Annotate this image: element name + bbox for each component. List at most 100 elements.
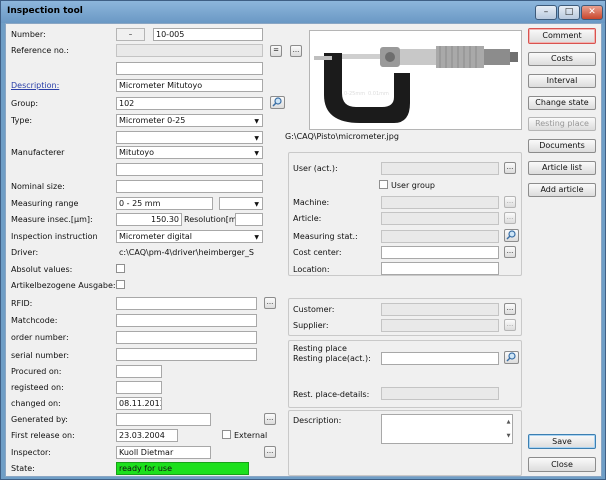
close-window-button[interactable]: ✕ [581, 5, 603, 20]
minimize-button[interactable]: – [535, 5, 557, 20]
user-group-label: User group [391, 181, 436, 190]
registered-on-field[interactable] [116, 381, 162, 394]
serial-number-field[interactable] [116, 348, 257, 361]
reference-label: Reference no.: [11, 46, 69, 55]
group-search-button[interactable] [270, 96, 285, 109]
measuring-stat-label: Measuring stat.: [293, 232, 358, 241]
cost-center-field[interactable] [381, 246, 499, 259]
cost-center-browse-button[interactable]: ... [504, 246, 516, 258]
artikel-ausgabe-checkbox[interactable] [116, 280, 125, 289]
number-field[interactable]: 10-005 [153, 28, 263, 41]
equals-button[interactable]: = [270, 45, 282, 57]
order-number-field[interactable] [116, 331, 257, 344]
description-label[interactable]: Description: [11, 81, 59, 90]
description-memo-field[interactable] [381, 414, 513, 444]
image-caption-range: 0-25mm [344, 91, 365, 97]
cost-center-label: Cost center: [293, 248, 342, 257]
ellipsis-glyph: ... [266, 447, 274, 455]
add-article-button[interactable]: Add article [528, 183, 596, 197]
change-state-button[interactable]: Change state [528, 96, 596, 110]
micrometer-illustration: 0-25mm 0.01mm Mitutoyo [310, 31, 521, 129]
external-checkbox[interactable] [222, 430, 231, 439]
measuring-stat-search-button[interactable] [504, 229, 519, 242]
first-release-field[interactable]: 23.03.2004 [116, 429, 178, 442]
generated-by-field[interactable] [116, 413, 211, 426]
user-act-browse-button[interactable]: ... [504, 162, 516, 174]
group-field[interactable]: 102 [116, 97, 263, 110]
customer-browse-button[interactable]: ... [504, 303, 516, 315]
changed-on-field[interactable]: 08.11.2013 [116, 397, 162, 410]
ellipsis-glyph: ... [506, 213, 514, 221]
absolut-values-checkbox[interactable] [116, 264, 125, 273]
type-select[interactable]: Micrometer 0-25 [116, 114, 263, 127]
article-browse-button[interactable]: ... [504, 212, 516, 224]
manufacturer-select[interactable]: Mitutoyo [116, 146, 263, 159]
maximize-icon: □ [564, 7, 574, 17]
article-field[interactable] [381, 212, 499, 225]
search-icon [272, 97, 282, 107]
resting-place-act-label: Resting place(act.): [293, 354, 371, 363]
number-label: Number: [11, 30, 46, 39]
number-prefix-spinner[interactable]: – [116, 28, 145, 41]
changed-on-label: changed on: [11, 399, 61, 408]
resting-place-field[interactable] [381, 352, 499, 365]
machine-browse-button[interactable]: ... [504, 196, 516, 208]
location-field[interactable] [381, 262, 499, 275]
rfid-browse-button[interactable]: ... [264, 297, 276, 309]
interval-button[interactable]: Interval [528, 74, 596, 88]
generated-by-browse-button[interactable]: ... [264, 413, 276, 425]
inspector-field[interactable]: Kuoll Dietmar [116, 446, 211, 459]
machine-label: Machine: [293, 198, 330, 207]
title-bar: Inspection tool – □ ✕ [1, 1, 605, 23]
type-label: Type: [11, 116, 33, 125]
machine-field[interactable] [381, 196, 499, 209]
customer-label: Customer: [293, 305, 335, 314]
documents-button[interactable]: Documents [528, 139, 596, 153]
inspector-browse-button[interactable]: ... [264, 446, 276, 458]
serial-number-label: serial number: [11, 351, 70, 360]
procured-on-field[interactable] [116, 365, 162, 378]
manufacturer-label: Manufacterer [11, 148, 65, 157]
procured-on-label: Procured on: [11, 367, 62, 376]
measuring-stat-field[interactable] [381, 230, 499, 243]
maximize-button[interactable]: □ [558, 5, 580, 20]
costs-button[interactable]: Costs [528, 52, 596, 66]
reference-field[interactable] [116, 44, 263, 57]
resting-place-search-button[interactable] [504, 351, 519, 364]
absolut-values-label: Absolut values: [11, 265, 73, 274]
nominal-size-field[interactable] [116, 180, 263, 193]
reference-browse-button[interactable]: ... [290, 45, 302, 57]
reference-extra-field[interactable] [116, 62, 263, 75]
rest-place-details-field[interactable] [381, 387, 499, 400]
measuring-range-field[interactable]: 0 - 25 mm [116, 197, 213, 210]
supplier-browse-button[interactable]: ... [504, 319, 516, 331]
comment-button[interactable]: Comment [528, 28, 596, 44]
resolution-field[interactable] [235, 213, 263, 226]
image-brand: Mitutoyo [352, 98, 382, 105]
resting-place-button[interactable]: Resting place [528, 117, 596, 131]
save-button[interactable]: Save [528, 434, 596, 449]
driver-label: Driver: [11, 248, 39, 257]
measure-insec-field[interactable]: 150.30 [116, 213, 182, 226]
ellipsis-glyph: ... [292, 46, 300, 54]
ellipsis-glyph: ... [506, 163, 514, 171]
measuring-range-unit-select[interactable] [219, 197, 263, 210]
user-act-field[interactable] [381, 162, 499, 175]
ellipsis-glyph: ... [266, 298, 274, 306]
state-field: ready for use [116, 462, 249, 475]
description-scrollbar[interactable]: ▲ ▼ [505, 415, 512, 443]
type-sub-select[interactable] [116, 131, 263, 144]
user-group-checkbox[interactable] [379, 180, 388, 189]
inspection-instruction-select[interactable]: Micrometer digital [116, 230, 263, 243]
close-button[interactable]: Close [528, 457, 596, 472]
manufacturer-extra-field[interactable] [116, 163, 263, 176]
description-field[interactable]: Micrometer Mitutoyo [116, 79, 263, 92]
customer-field[interactable] [381, 303, 499, 316]
user-act-label: User (act.): [293, 164, 338, 173]
article-list-button[interactable]: Article list [528, 161, 596, 175]
tool-image: 0-25mm 0.01mm Mitutoyo [309, 30, 522, 130]
external-label: External [234, 431, 268, 440]
rfid-field[interactable] [116, 297, 257, 310]
supplier-field[interactable] [381, 319, 499, 332]
matchcode-field[interactable] [116, 314, 257, 327]
